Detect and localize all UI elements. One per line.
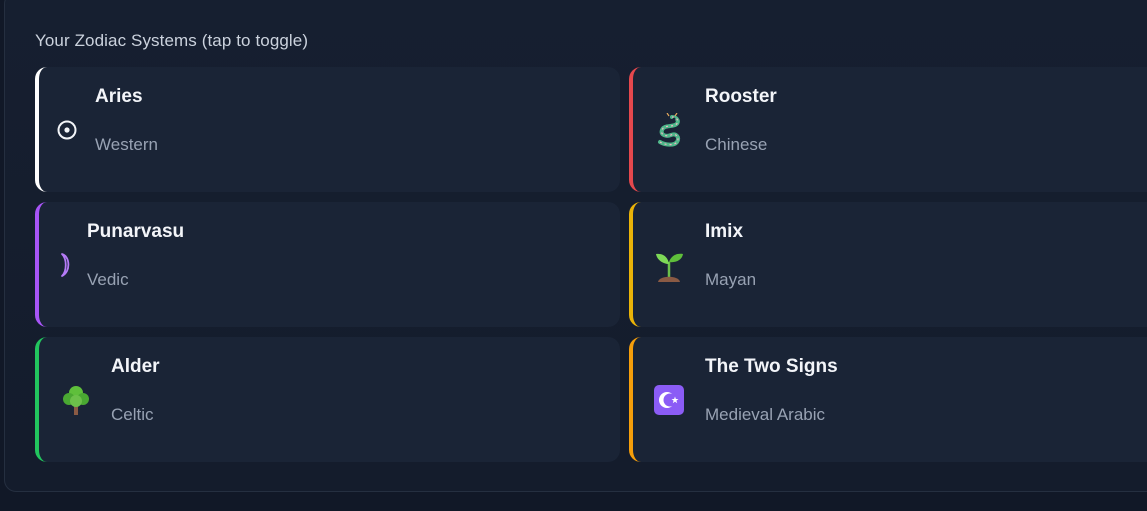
zodiac-card-vedic[interactable]: Punarvasu Vedic	[35, 202, 620, 327]
crescent-moon-icon	[53, 202, 73, 327]
zodiac-card-medieval-arabic[interactable]: The Two Signs Medieval Arabic	[629, 337, 1147, 462]
sign-name: Aries	[95, 86, 143, 107]
zodiac-card-chinese[interactable]: Rooster Chinese	[629, 67, 1147, 192]
star-and-crescent-icon	[653, 337, 685, 462]
sign-name: Rooster	[705, 86, 777, 107]
system-name: Vedic	[87, 270, 129, 289]
sign-name: Imix	[705, 221, 744, 242]
sign-name: Alder	[111, 356, 160, 377]
zodiac-card-celtic[interactable]: Alder Celtic	[35, 337, 620, 462]
sign-name: The Two Signs	[705, 356, 838, 377]
sign-name: Punarvasu	[87, 221, 185, 242]
system-name: Medieval Arabic	[705, 405, 826, 424]
sun-circle-icon	[53, 67, 81, 192]
zodiac-card-western[interactable]: Aries Western	[35, 67, 620, 192]
seedling-icon	[653, 202, 685, 327]
system-name: Western	[95, 135, 158, 154]
dragon-icon	[651, 67, 685, 192]
section-title: Your Zodiac Systems (tap to toggle)	[35, 31, 309, 50]
system-name: Mayan	[705, 270, 757, 289]
zodiac-card-mayan[interactable]: Imix Mayan	[629, 202, 1147, 327]
system-name: Chinese	[705, 135, 768, 154]
system-name: Celtic	[111, 405, 154, 424]
tree-icon	[61, 337, 91, 462]
